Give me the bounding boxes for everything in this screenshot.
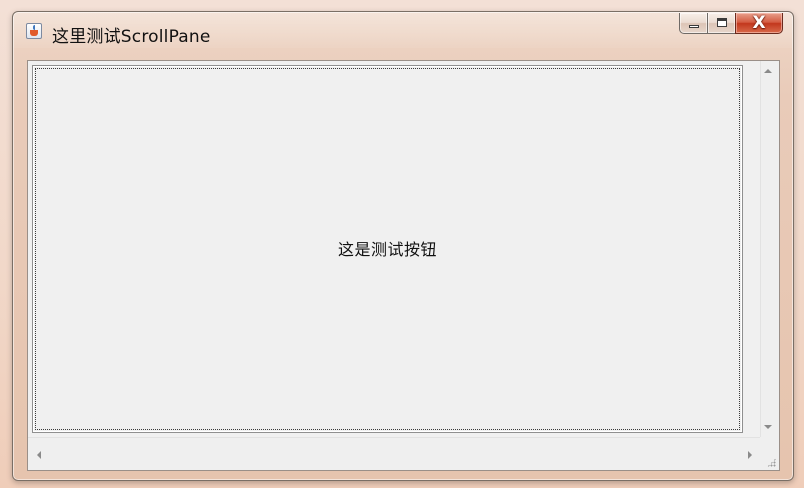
minimize-button[interactable] (679, 13, 707, 34)
java-coffee-cup-icon[interactable] (26, 23, 42, 39)
app-window: 这里测试ScrollPane X 这是测试按钮 (12, 11, 794, 481)
test-button-label: 这是测试按钮 (337, 240, 437, 259)
cup-body (30, 30, 38, 36)
maximize-button[interactable] (707, 13, 735, 34)
scrollbar-corner (760, 437, 779, 470)
close-button[interactable]: X (735, 13, 783, 34)
arrow-left-icon[interactable] (37, 451, 41, 459)
title-bar[interactable]: 这里测试ScrollPane X (13, 12, 793, 48)
resize-grip-icon[interactable] (767, 458, 776, 467)
scroll-viewport: 这是测试按钮 (28, 61, 762, 437)
test-button[interactable]: 这是测试按钮 (32, 65, 743, 433)
arrow-right-icon[interactable] (748, 451, 752, 459)
arrow-down-icon[interactable] (764, 425, 772, 429)
maximize-icon (717, 18, 727, 27)
window-controls: X (679, 13, 783, 35)
close-icon: X (752, 13, 766, 33)
horizontal-scrollbar[interactable] (28, 437, 762, 470)
arrow-up-icon[interactable] (764, 69, 772, 73)
minimize-icon (689, 25, 699, 28)
window-title: 这里测试ScrollPane (52, 27, 211, 47)
scroll-pane: 这是测试按钮 (27, 60, 780, 471)
vertical-scrollbar[interactable] (760, 61, 779, 437)
